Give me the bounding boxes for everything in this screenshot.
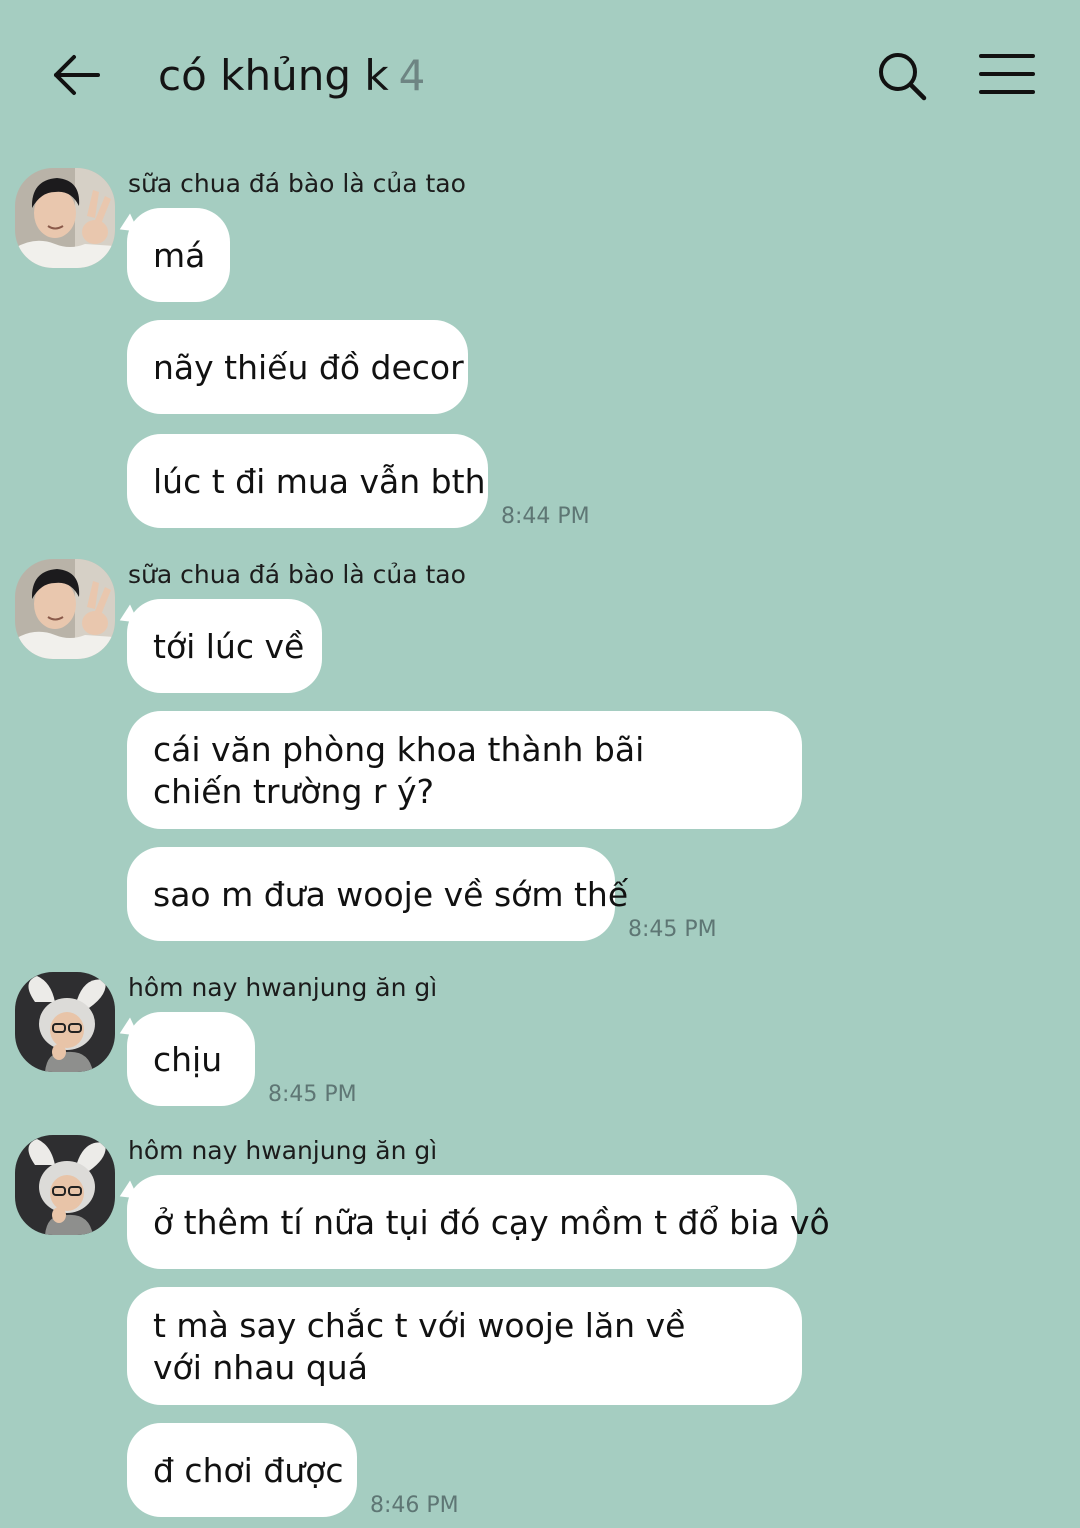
search-button[interactable] [872,46,932,106]
member-count: 4 [398,51,426,100]
chat-screen: có khủng k4 sữa chua đá bào là của tao m… [0,0,1080,1528]
message-bubble[interactable]: tới lúc về [127,599,322,693]
message-bubble[interactable]: sao m đưa wooje về sớm thế [127,847,628,941]
message-bubble[interactable]: nãy thiếu đồ decor [127,320,468,414]
message-timestamp: 8:45 PM [268,1082,357,1107]
message-bubble[interactable]: chịu [127,1012,255,1106]
menu-button[interactable] [976,48,1038,100]
chat-title: có khủng k4 [158,48,425,104]
message-timestamp: 8:45 PM [628,917,717,942]
chat-title-text: có khủng k [158,51,389,100]
avatar-photo-bunny-hood [15,1135,115,1235]
avatar[interactable] [15,972,115,1072]
chat-header: có khủng k4 [0,0,1080,150]
sender-name: sữa chua đá bào là của tao [128,169,466,198]
avatar-photo-man [15,168,115,268]
sender-name: sữa chua đá bào là của tao [128,560,466,589]
sender-name: hôm nay hwanjung ăn gì [128,973,438,1002]
avatar-photo-bunny-hood [15,972,115,1072]
avatar[interactable] [15,1135,115,1235]
message-bubble[interactable]: lúc t đi mua vẫn bth [127,434,488,528]
sender-name: hôm nay hwanjung ăn gì [128,1136,438,1165]
message-bubble[interactable]: đ chơi được [127,1423,357,1517]
search-icon [879,53,927,101]
message-bubble[interactable]: má [127,208,230,302]
avatar[interactable] [15,559,115,659]
back-button[interactable] [48,46,106,104]
avatar-photo-man [15,559,115,659]
arrow-left-icon [54,55,100,95]
message-timestamp: 8:44 PM [501,504,590,529]
avatar[interactable] [15,168,115,268]
hamburger-menu-icon [979,54,1035,94]
message-bubble[interactable]: ở thêm tí nữa tụi đó cạy mồm t đổ bia vô [127,1175,830,1269]
message-timestamp: 8:46 PM [370,1493,459,1518]
message-bubble[interactable]: cái văn phòng khoa thành bãi chiến trườn… [127,711,802,829]
message-bubble[interactable]: t mà say chắc t với wooje lăn về với nha… [127,1287,802,1405]
